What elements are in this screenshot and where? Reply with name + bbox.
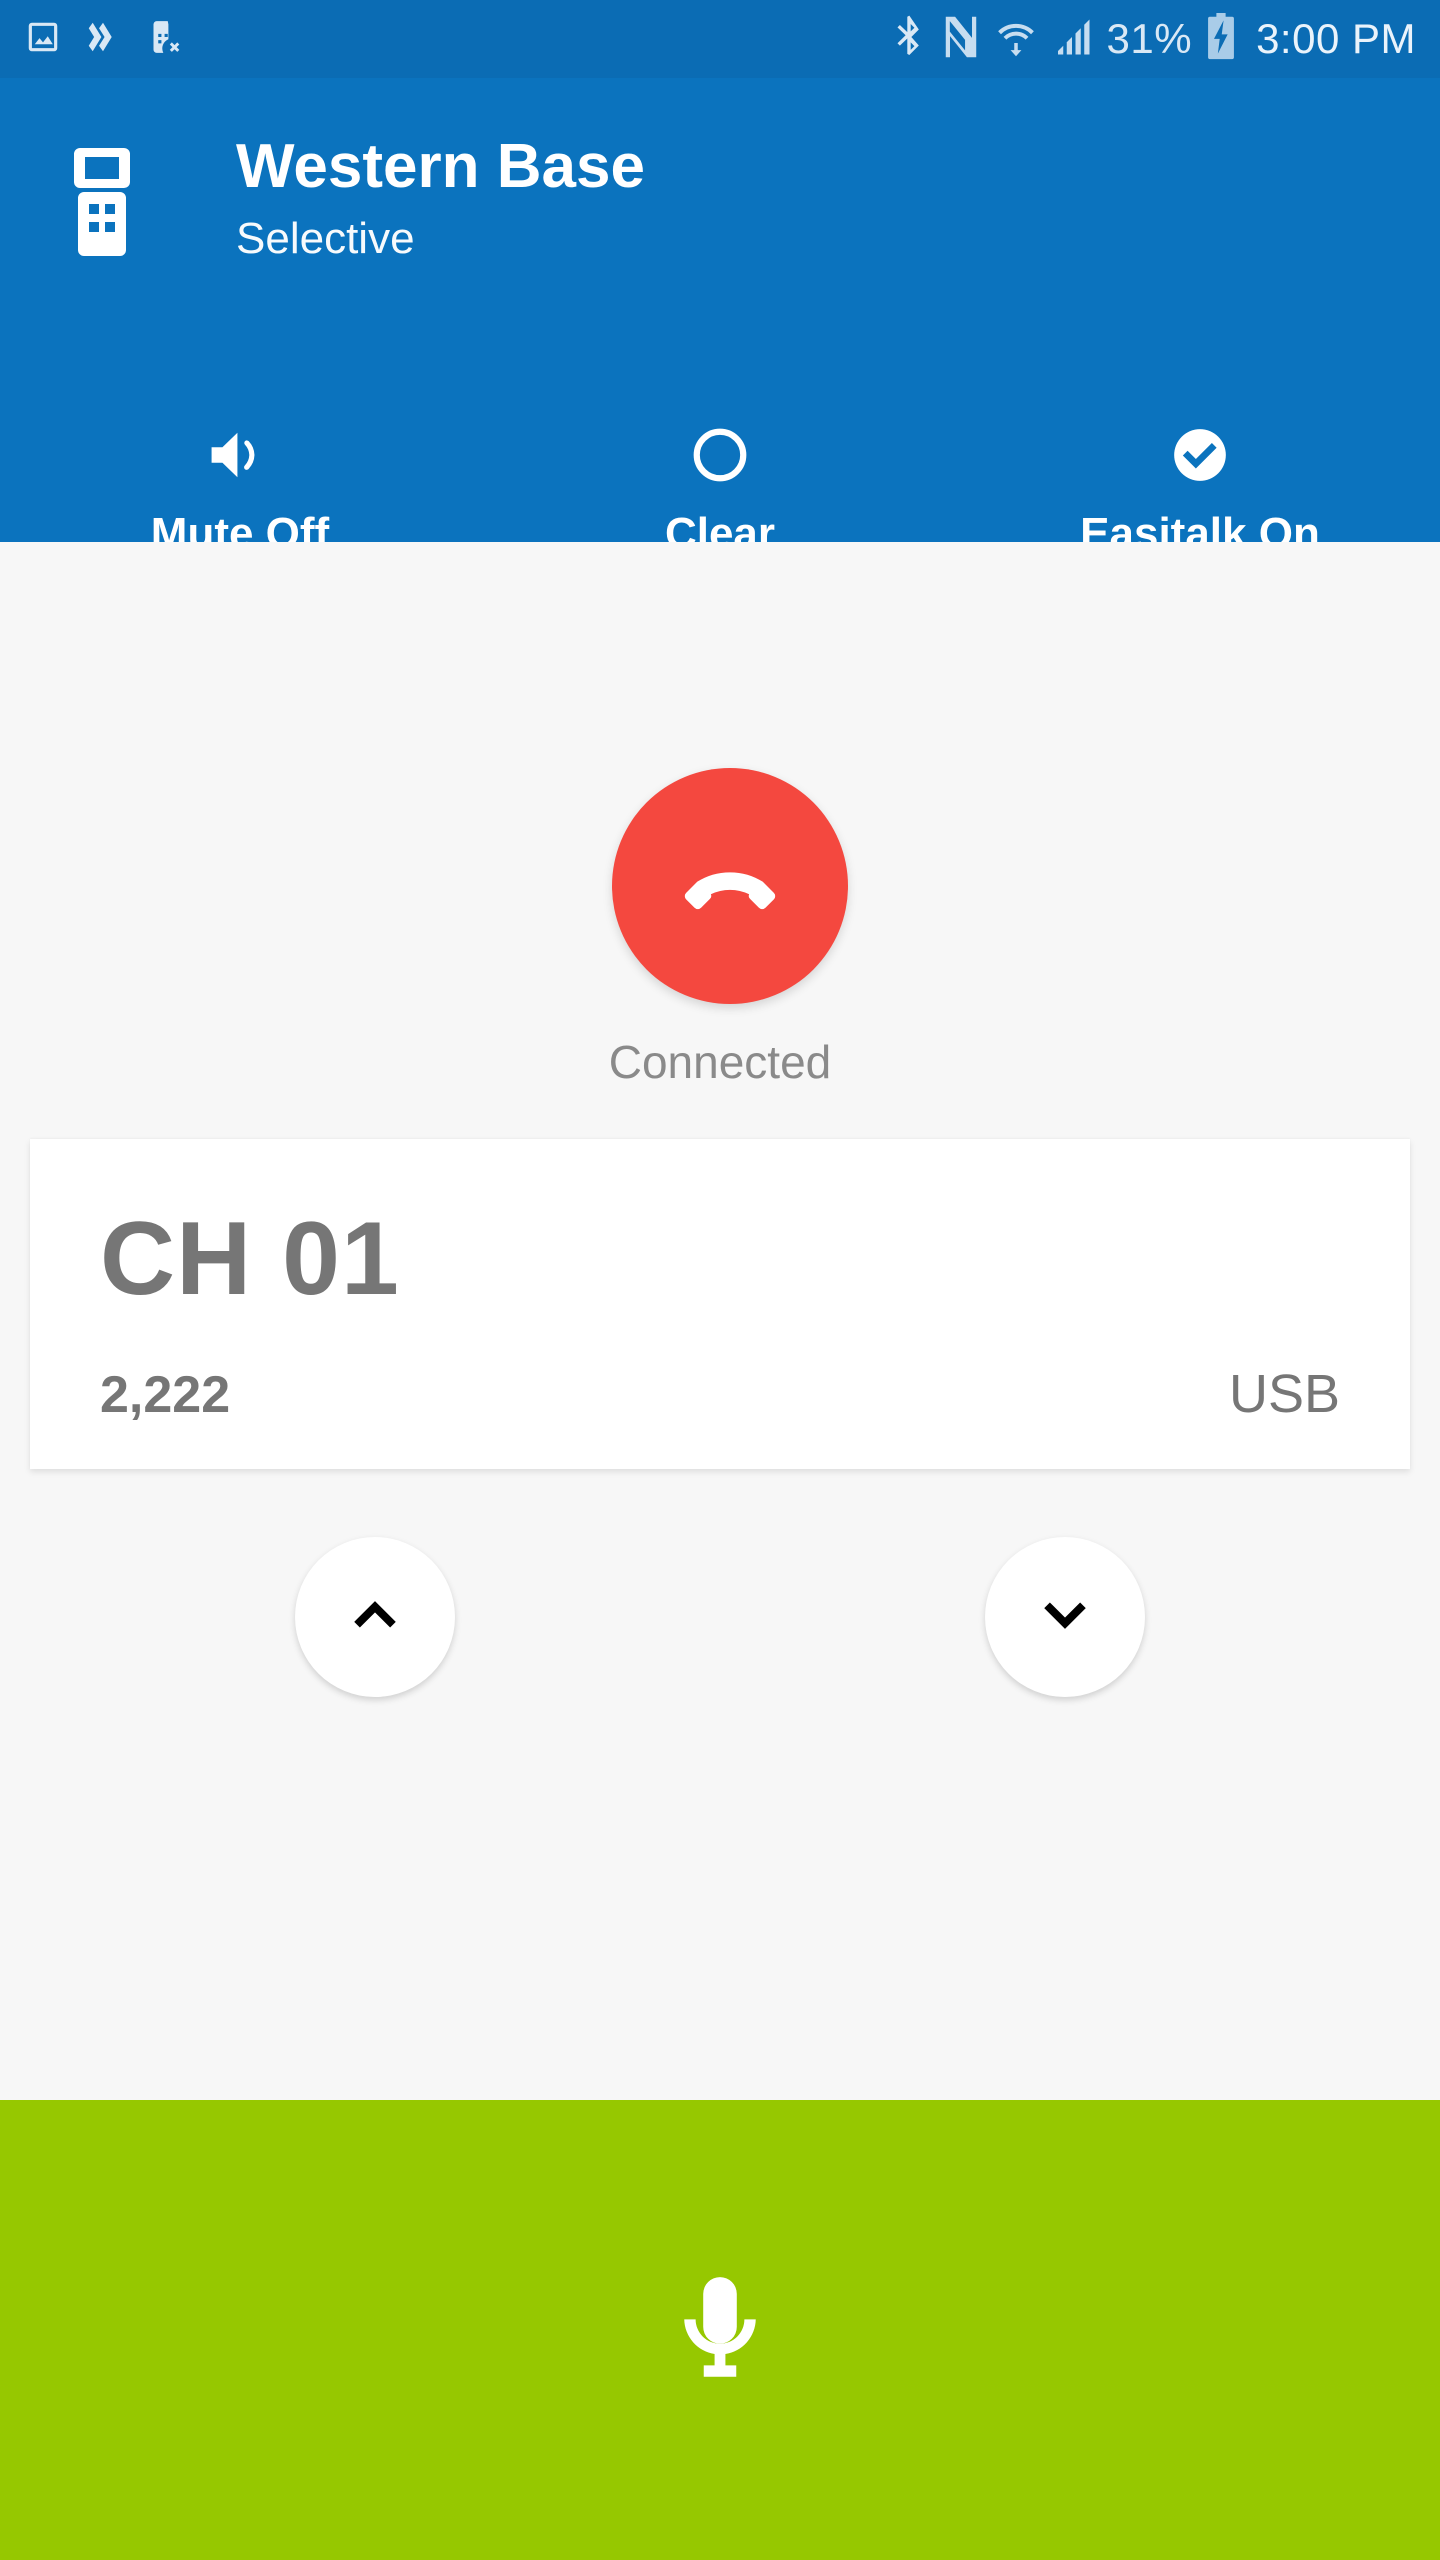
end-call-button[interactable] [612,768,848,1004]
channel-up-button[interactable] [295,1537,455,1697]
battery-charging-icon [1206,12,1236,66]
status-bar: 31% 3:00 PM [0,0,1440,78]
handheld-radio-icon [56,134,148,260]
fast-transfer-icon [84,18,122,61]
call-status-label: Connected [608,1036,832,1088]
action-row: Mute Off Clear Easitalk On [0,328,1440,556]
circle-outline-icon [689,424,751,486]
push-to-talk-button[interactable] [0,2100,1440,2560]
chevron-up-icon [342,1582,408,1653]
microphone-icon [655,2263,785,2398]
call-end-icon [674,828,786,945]
image-icon [24,18,62,61]
cellular-signal-icon [1051,16,1093,63]
page-title: Western Base [236,132,645,201]
mute-toggle-button[interactable]: Mute Off [0,328,480,556]
battery-percent-label: 31% [1106,15,1193,62]
easitalk-toggle-button[interactable]: Easitalk On [960,328,1440,556]
speaker-volume-icon [205,424,275,486]
channel-card[interactable]: CH 01 2,222 USB [30,1139,1410,1469]
app-screen: 31% 3:00 PM Western Base Selective Mute … [0,0,1440,2560]
check-circle-filled-icon [1169,424,1231,486]
status-bar-right-icons: 31% 3:00 PM [891,12,1416,66]
chevron-down-icon [1032,1582,1098,1653]
app-bar: Western Base Selective Mute Off Clear Ea… [0,78,1440,556]
channel-name-label: CH 01 [100,1201,400,1317]
wifi-icon [995,16,1037,63]
channel-down-button[interactable] [985,1537,1145,1697]
clock-label: 3:00 PM [1256,15,1416,62]
channel-mode-label: USB [1228,1364,1340,1424]
page-subtitle: Selective [236,214,415,264]
call-area: Connected CH 01 2,222 USB [0,542,1440,2100]
status-bar-left-icons [24,18,182,61]
bluetooth-icon [891,15,927,64]
title-block: Western Base Selective [236,134,645,263]
channel-frequency-label: 2,222 [100,1366,231,1424]
app-bar-header: Western Base Selective [0,78,1440,328]
nfc-icon [941,15,981,64]
clear-button[interactable]: Clear [480,328,960,556]
sim-card-error-icon [144,18,182,61]
